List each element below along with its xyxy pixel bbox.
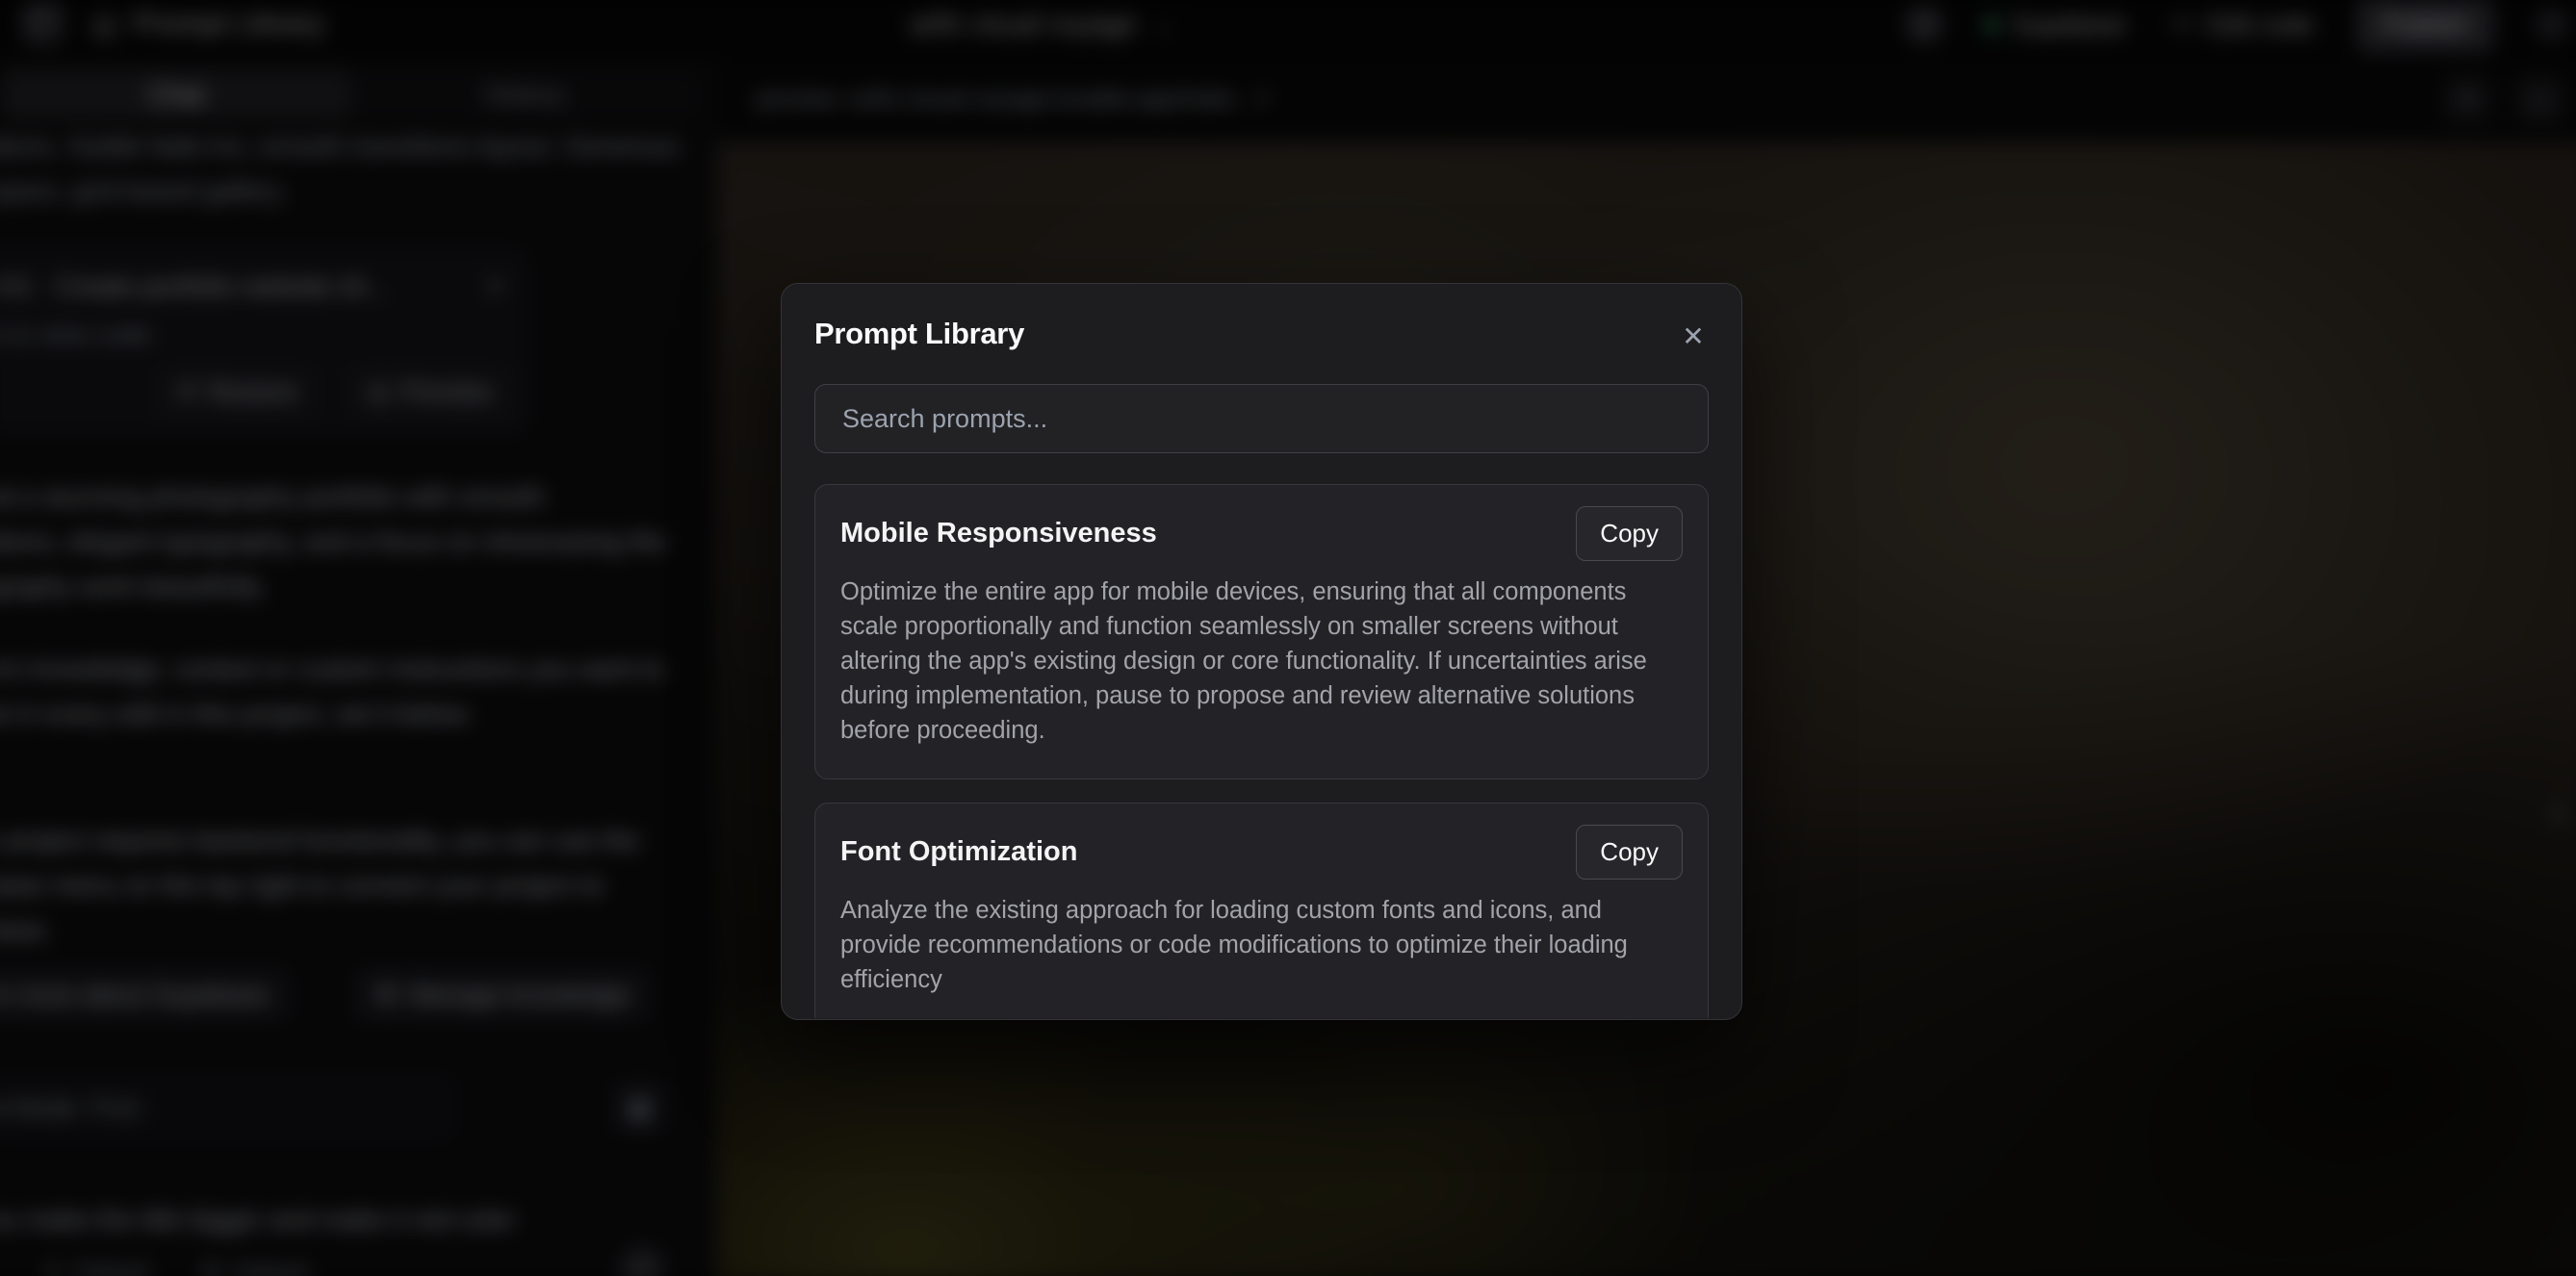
app-window: ▤ Prompt Library artfx visual voyage ⌄ S…	[0, 0, 2576, 1276]
prompt-card: Mobile Responsiveness Copy Optimize the …	[814, 484, 1709, 779]
prompt-card: Font Optimization Copy Analyze the exist…	[814, 803, 1709, 1018]
dialog-title: Prompt Library	[814, 317, 1709, 351]
prompt-title: Font Optimization	[840, 825, 1077, 868]
close-button[interactable]: ✕	[1674, 317, 1713, 355]
copy-button[interactable]: Copy	[1576, 506, 1683, 561]
prompt-description: Optimize the entire app for mobile devic…	[840, 574, 1683, 748]
copy-button[interactable]: Copy	[1576, 825, 1683, 880]
prompt-library-dialog: Prompt Library ✕ Mobile Responsiveness C…	[781, 283, 1742, 1020]
search-input[interactable]	[814, 384, 1709, 453]
prompt-list: Mobile Responsiveness Copy Optimize the …	[814, 484, 1709, 1018]
prompt-description: Analyze the existing approach for loadin…	[840, 893, 1683, 997]
prompt-title: Mobile Responsiveness	[840, 506, 1157, 549]
